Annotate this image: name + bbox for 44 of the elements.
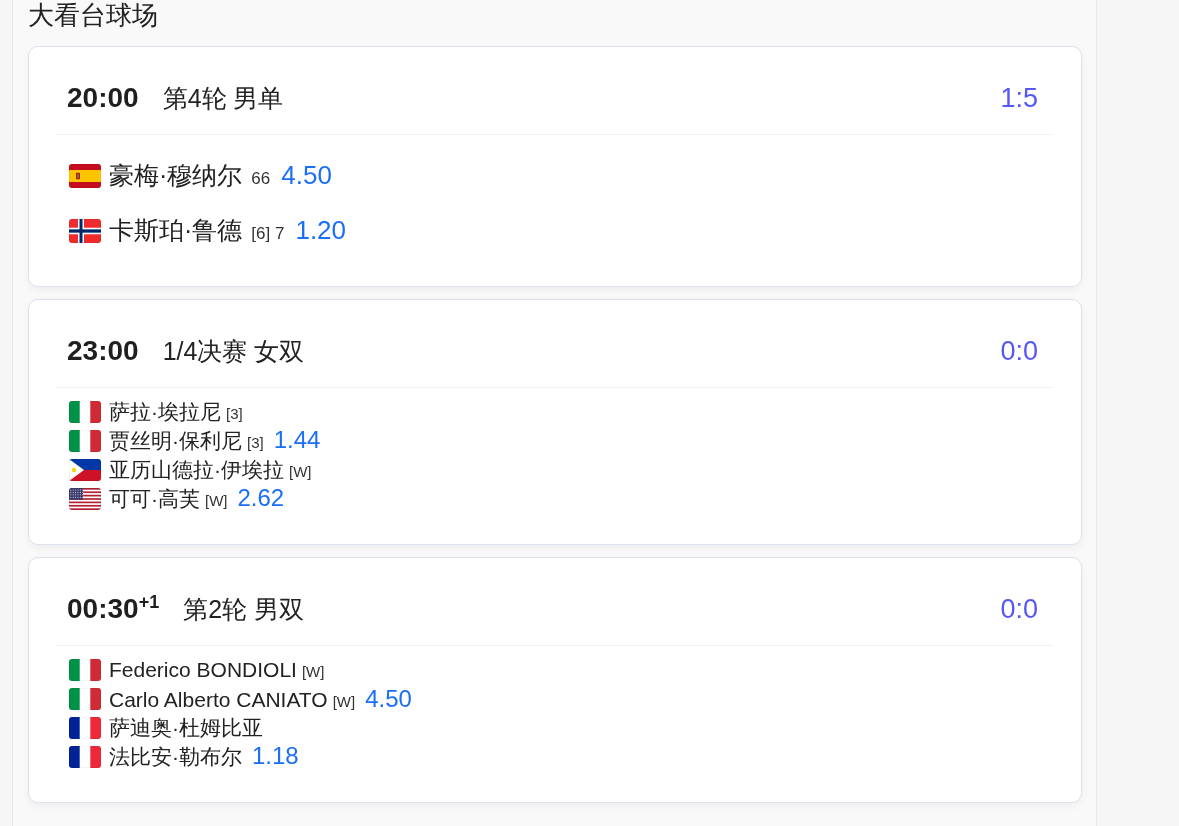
flag-icon (69, 487, 101, 510)
player-detail: [W] (332, 692, 356, 710)
flag-icon (69, 429, 101, 452)
flag-icon (69, 400, 101, 423)
player-detail: [W] (205, 492, 228, 509)
flag-icon (69, 716, 101, 739)
match-score: 1:5 (1000, 82, 1038, 115)
player-detail: [6] 7 (251, 224, 285, 244)
venue-title: 大看台球场 (28, 0, 158, 30)
match-score: 0:0 (1000, 335, 1038, 368)
flag-icon (69, 458, 101, 481)
match-round: 1/4决赛 女双 (162, 336, 305, 367)
match-round: 第4轮 男单 (162, 83, 284, 114)
player-name: 法比安·勒布尔 (109, 744, 242, 770)
odds-text: 1.18 (252, 742, 299, 770)
match-score: 0:0 (1000, 593, 1038, 626)
player-name: 卡斯珀·鲁德 (109, 215, 243, 246)
flag-icon (69, 163, 101, 188)
flag-icon (69, 745, 101, 768)
player-name: Carlo Alberto CANIATO (109, 687, 328, 712)
player-detail: [3] (247, 434, 264, 451)
odds-text: 2.62 (237, 484, 285, 512)
player-detail: [3] (226, 404, 243, 422)
odds-text: 1.44 (273, 426, 321, 454)
player-name: 豪梅·穆纳尔 (109, 160, 243, 191)
player-name: 亚历山德拉·伊埃拉 (109, 456, 284, 483)
odds-text: 1.20 (295, 215, 347, 246)
player-name: 萨拉·埃拉尼 (109, 398, 221, 425)
player-detail: [W] (289, 462, 312, 480)
flag-icon (69, 658, 101, 681)
player-name: 萨迪奥·杜姆比亚 (109, 714, 263, 741)
match-round: 第2轮 男双 (183, 594, 304, 625)
player-name: 可可·高芙 (109, 486, 200, 512)
match-time: 20:00 (67, 81, 139, 115)
flag-icon (69, 218, 101, 243)
match-time: 23:00 (67, 334, 139, 368)
match-time: 00:30$^{+1}$ (67, 592, 160, 626)
player-name: Federico BONDIOLI (109, 657, 297, 682)
odds-text: 4.50 (365, 684, 412, 713)
player-name: 贾丝明·保利尼 (109, 428, 242, 454)
flag-icon (69, 687, 101, 710)
player-detail: 66 (251, 169, 271, 189)
odds-text: 4.50 (281, 160, 332, 191)
player-detail: [W] (301, 662, 325, 680)
